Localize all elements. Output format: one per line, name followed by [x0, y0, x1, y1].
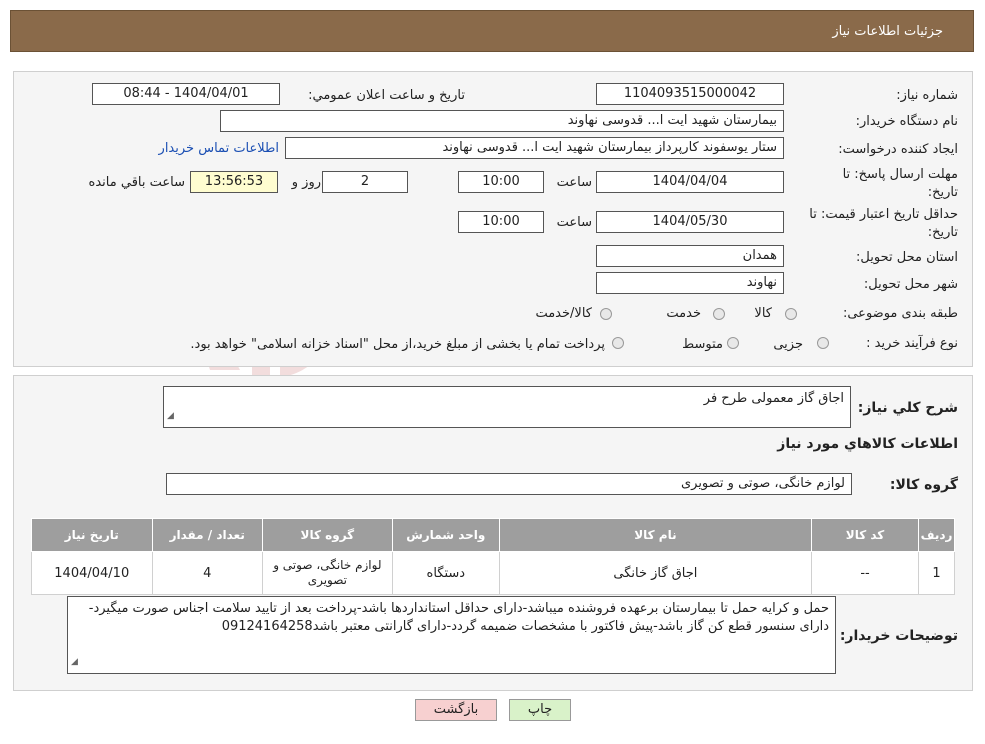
cell-need-date: 1404/04/10 [31, 551, 153, 595]
goods-info-title: اطلاعات کالاهاي مورد نياز [777, 436, 958, 452]
goods-group-field: لوازم خانگی، صوتی و تصویری [166, 473, 852, 495]
remaining-time-label: ساعت باقي مانده [88, 175, 185, 190]
col-unit: واحد شمارش [391, 518, 500, 552]
col-quantity: تعداد / مقدار [151, 518, 263, 552]
price-validity-time-label: ساعت [556, 215, 592, 230]
need-number-label: شماره نیاز: [896, 88, 958, 103]
cell-quantity: 4 [151, 551, 263, 595]
col-goods-name: نام کالا [498, 518, 813, 552]
buyer-org-label: نام دستگاه خريدار: [855, 114, 958, 129]
days-label: روز و [291, 175, 321, 190]
reply-time-label: ساعت [556, 175, 592, 190]
buyer-notes-field: حمل و کرایه حمل تا بیمارستان برعهده فروش… [67, 596, 836, 674]
cell-goods-name: اجاق گاز خانگی [498, 551, 813, 595]
buyer-notes-text: حمل و کرایه حمل تا بیمارستان برعهده فروش… [88, 601, 829, 634]
category-label: طبقه بندی موضوعی: [842, 306, 958, 321]
cell-goods-code: -- [811, 551, 920, 595]
category-goods-label: کالا [754, 306, 772, 321]
description-field: اجاق گاز معمولی طرح فر ◢ [163, 386, 851, 428]
creator-label: ايجاد کننده درخواست: [838, 142, 958, 157]
col-need-date: تاريخ نياز [31, 518, 153, 552]
days-remaining-field: 2 [322, 171, 408, 193]
col-row-number: رديف [918, 518, 955, 552]
category-goods-service-radio[interactable] [600, 308, 612, 320]
resize-grip-icon[interactable]: ◢ [167, 407, 174, 425]
buyer-notes-label: توضيحات خريدار: [839, 628, 958, 644]
page-header: جزئیات اطلاعات نیاز [10, 10, 974, 52]
category-service-label: خدمت [666, 306, 701, 321]
process-medium-radio[interactable] [727, 337, 739, 349]
province-field: همدان [596, 245, 784, 267]
reply-deadline-label: مهلت ارسال پاسخ: تا تاریخ: [842, 167, 958, 200]
cell-goods-group: لوازم خانگی، صوتی و تصویری [261, 551, 393, 595]
col-goods-code: کد کالا [811, 518, 920, 552]
resize-grip-icon[interactable]: ◢ [71, 653, 78, 671]
cell-unit: دستگاه [391, 551, 500, 595]
buyer-contact-link[interactable]: اطلاعات تماس خريدار [159, 141, 279, 156]
price-validity-date-field: 1404/05/30 [596, 211, 784, 233]
process-minor-radio[interactable] [817, 337, 829, 349]
goods-group-label: گروه کالا: [889, 477, 958, 493]
announce-date-field: 1404/04/01 - 08:44 [92, 83, 280, 105]
province-label: استان محل تحويل: [856, 250, 958, 265]
description-label: شرح کلي نياز: [857, 400, 958, 416]
buyer-org-field: بیمارستان شهید ایت ا... قدوسی نهاوند [220, 110, 784, 132]
city-field: نهاوند [596, 272, 784, 294]
process-type-label: نوع فرآيند خريد : [866, 336, 958, 351]
back-button[interactable]: بازگشت [415, 699, 497, 721]
print-button[interactable]: چاپ [509, 699, 571, 721]
process-treasury-radio[interactable] [612, 337, 624, 349]
goods-table-header: رديف کد کالا نام کالا واحد شمارش گروه کا… [31, 518, 955, 552]
reply-date-field: 1404/04/04 [596, 171, 784, 193]
reply-time-field: 10:00 [458, 171, 544, 193]
table-row: 1 -- اجاق گاز خانگی دستگاه لوازم خانگی، … [31, 551, 955, 595]
cell-row-number: 1 [918, 551, 955, 595]
goods-table: رديف کد کالا نام کالا واحد شمارش گروه کا… [31, 518, 955, 595]
col-goods-group: گروه کالا [261, 518, 393, 552]
process-medium-label: متوسط [682, 337, 723, 352]
process-minor-label: جزیی [773, 337, 803, 352]
creator-field: ستار یوسفوند کارپرداز بیمارستان شهید ایت… [285, 137, 784, 159]
announce-date-label: تاریخ و ساعت اعلان عمومي: [308, 88, 465, 103]
process-treasury-note: پرداخت تمام يا بخشی از مبلغ خريد،از محل … [190, 337, 605, 352]
price-validity-time-field: 10:00 [458, 211, 544, 233]
remaining-time-field: 13:56:53 [190, 171, 278, 193]
description-text: اجاق گاز معمولی طرح فر [703, 391, 844, 406]
category-goods-service-label: کالا/خدمت [535, 306, 592, 321]
price-validity-label: حداقل تاريخ اعتبار قيمت: تا تاریخ: [809, 207, 958, 240]
category-service-radio[interactable] [713, 308, 725, 320]
page-title: جزئیات اطلاعات نیاز [832, 24, 943, 39]
city-label: شهر محل تحويل: [863, 277, 958, 292]
category-goods-radio[interactable] [785, 308, 797, 320]
need-number-field: 1104093515000042 [596, 83, 784, 105]
